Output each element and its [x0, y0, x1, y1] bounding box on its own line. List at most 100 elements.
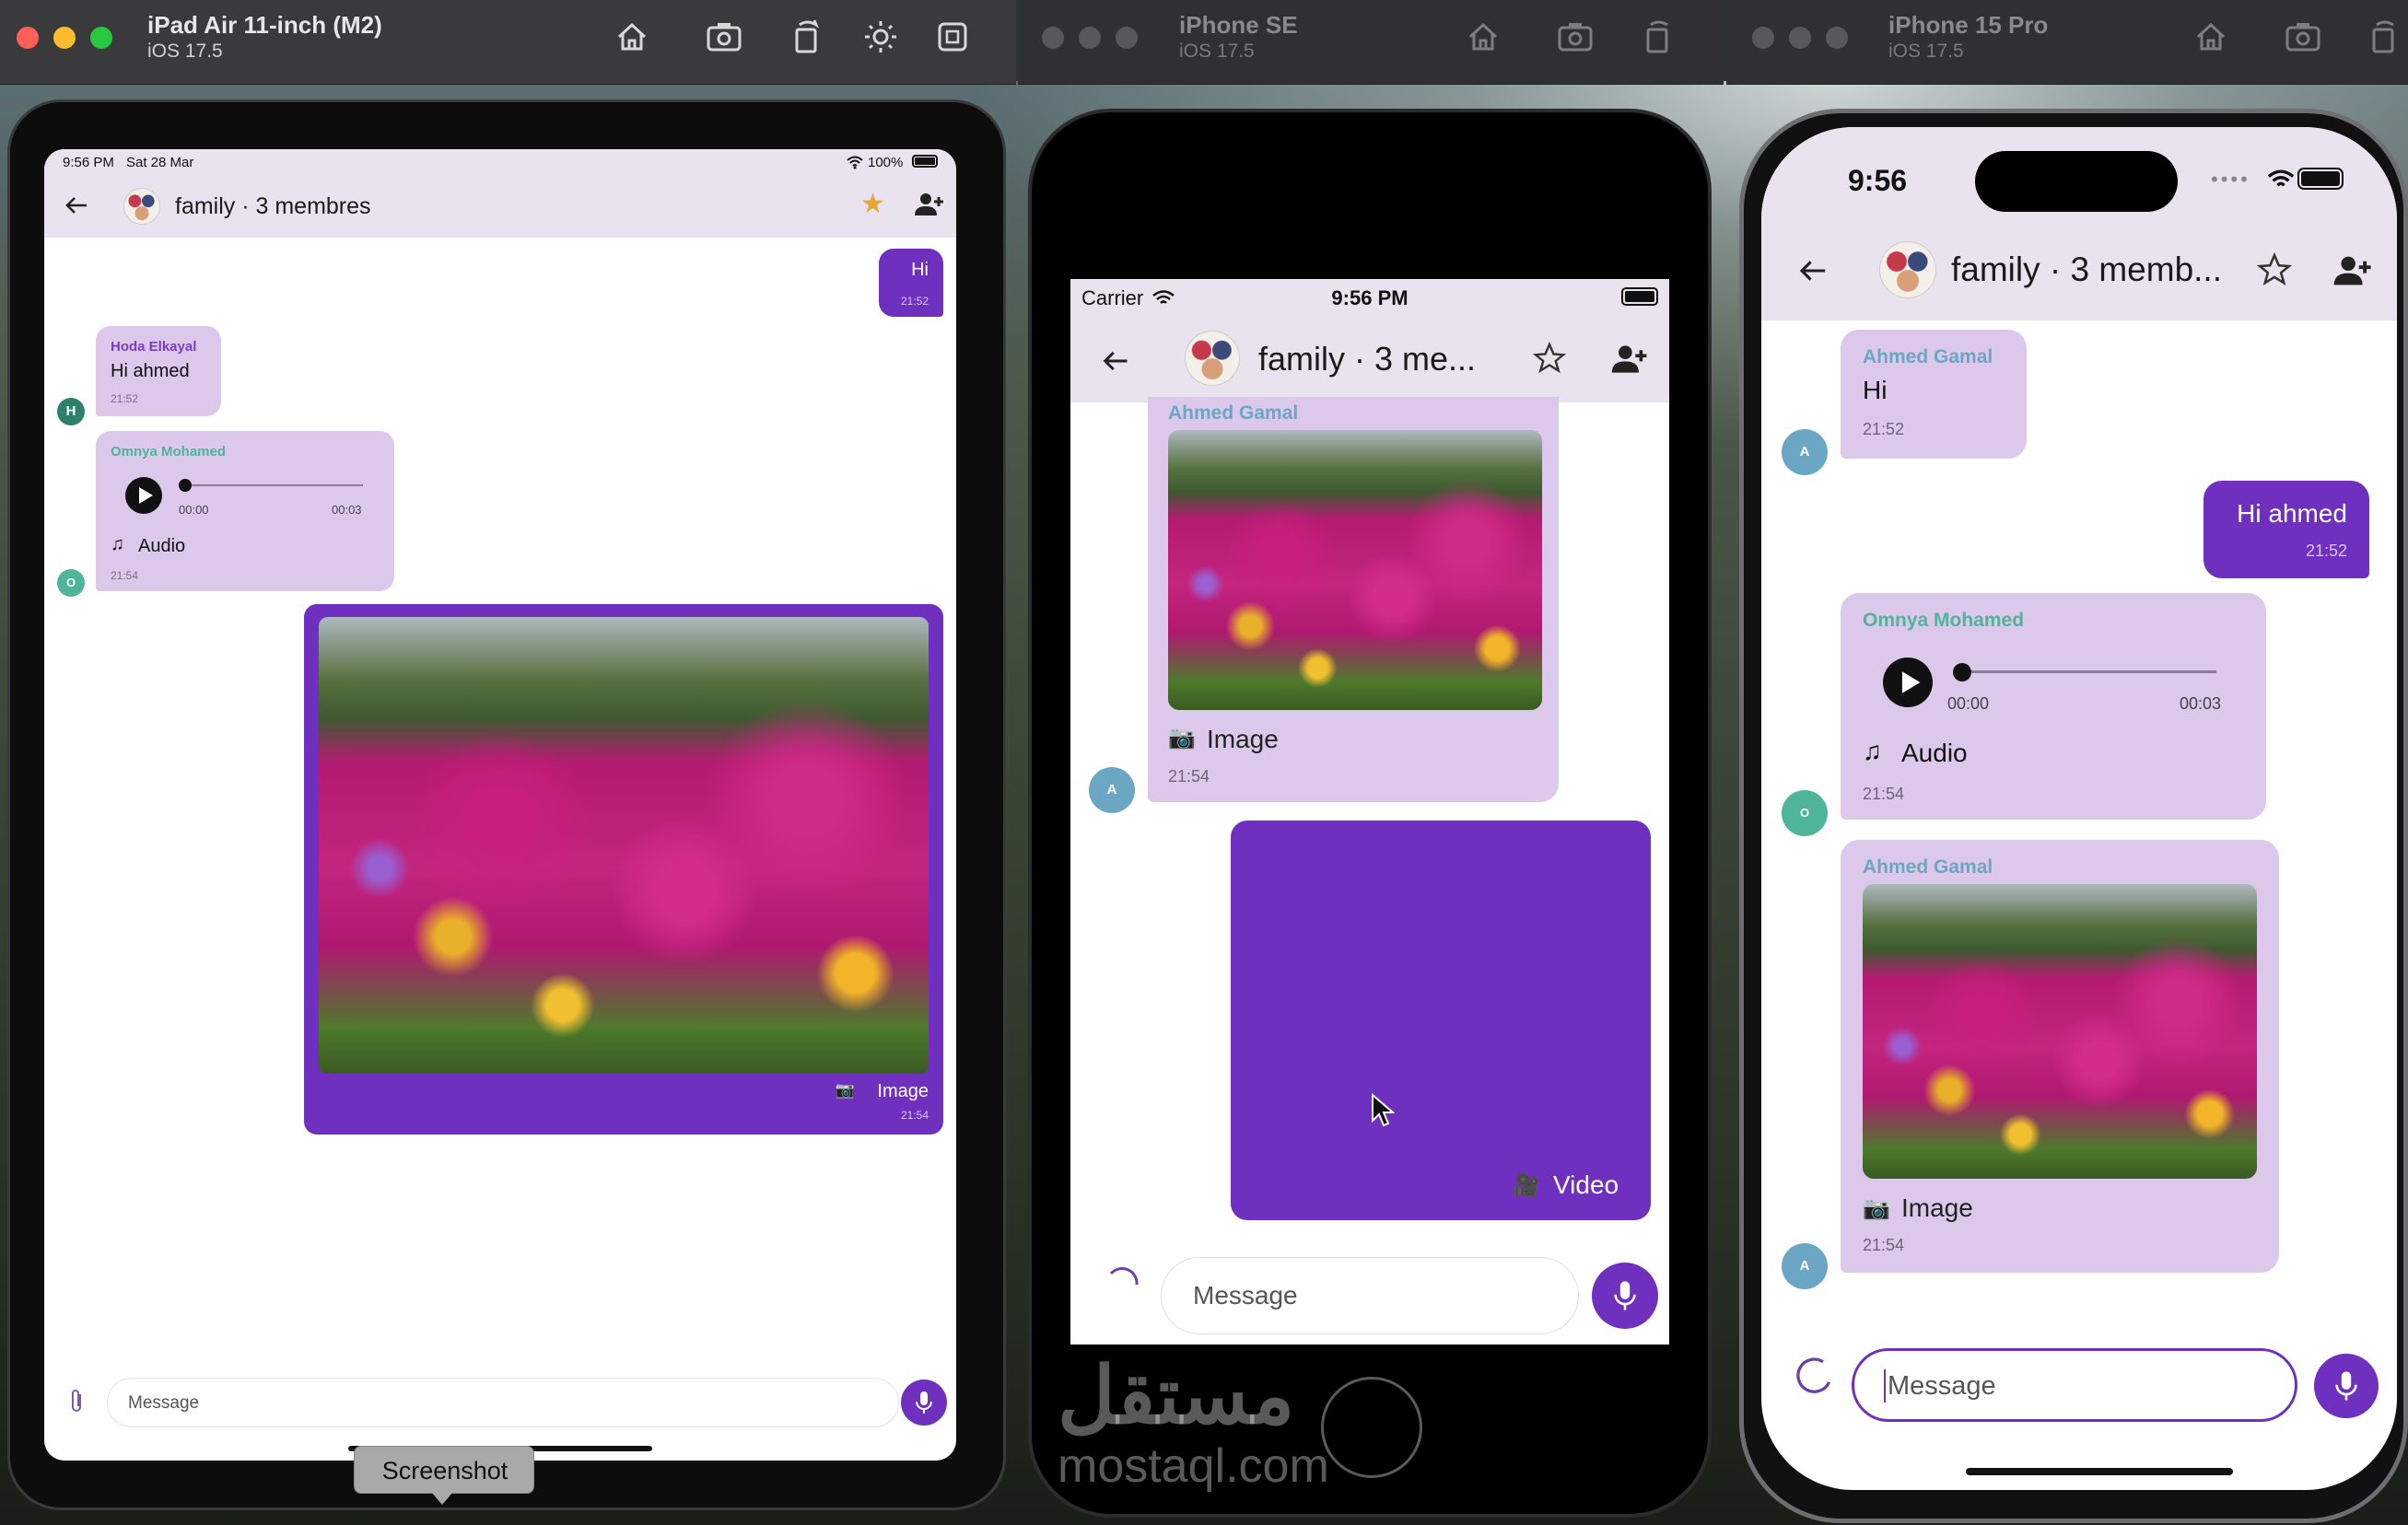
audio-progress-thumb[interactable] [1953, 663, 1971, 681]
iphone-se-screen: Carrier 9:56 PM family · 3 me... Ahmed G… [1070, 279, 1669, 1345]
microphone-icon [1614, 1281, 1636, 1310]
loading-spinner-icon [1796, 1357, 1831, 1393]
incoming-message-bubble[interactable]: Ahmed Gamal Hi 21:52 [1841, 330, 2027, 459]
attach-clip-icon[interactable] [68, 1389, 85, 1414]
chat-title[interactable]: family · 3 me... [1258, 340, 1476, 378]
close-window-button[interactable] [17, 27, 39, 49]
incoming-image-bubble[interactable]: Ahmed Gamal 📷 Image 21:54 [1148, 397, 1559, 802]
audio-elapsed: 00:00 [179, 503, 209, 517]
iphone-15-screen: 9:56 •••• family · 3 memb... Ahmed Gamal… [1761, 127, 2397, 1490]
audio-duration: 00:03 [332, 503, 362, 517]
camera-icon: 📷 [835, 1081, 855, 1099]
microphone-icon [2335, 1371, 2357, 1401]
simulator-title: iPhone SE [1179, 11, 1298, 39]
zoom-window-button[interactable] [1826, 27, 1848, 49]
star-outline-icon[interactable] [2257, 252, 2292, 287]
incoming-message-bubble[interactable]: Hoda Elkayal Hi ahmed 21:52 [96, 326, 221, 416]
sender-name: Hoda Elkayal [111, 339, 197, 355]
dynamic-island [1975, 151, 2178, 212]
zoom-window-button[interactable] [90, 27, 112, 49]
close-window-button[interactable] [1752, 27, 1774, 49]
brightness-icon[interactable] [860, 17, 901, 57]
back-arrow-icon[interactable] [1100, 345, 1131, 377]
rotate-icon[interactable] [787, 17, 827, 57]
attachment-label: Image [1901, 1193, 1973, 1222]
simulator-title: iPad Air 11-inch (M2) [147, 11, 382, 39]
flower-image[interactable] [319, 617, 929, 1074]
rotate-icon[interactable] [2364, 17, 2404, 57]
watermark-arabic: مستقل [1058, 1352, 1295, 1440]
audio-progress-thumb[interactable] [179, 479, 192, 492]
simulator-os: iOS 17.5 [147, 41, 223, 62]
sender-name: Omnya Mohamed [111, 444, 227, 460]
add-member-icon[interactable] [914, 192, 943, 217]
voice-record-button[interactable] [901, 1379, 947, 1426]
music-note-icon: ♫ [1863, 737, 1882, 765]
back-arrow-icon[interactable] [1796, 254, 1829, 287]
ipad-simulator-titlebar: iPad Air 11-inch (M2) iOS 17.5 [0, 0, 1016, 85]
audio-message-bubble[interactable]: Omnya Mohamed 00:00 00:03 ♫ Audio 21:54 [1841, 593, 2266, 820]
voice-record-button[interactable] [1592, 1263, 1658, 1329]
message-text: Hi ahmed [2237, 499, 2347, 528]
ipad-screen: 9:56 PM Sat 28 Mar 100% family · 3 membr… [44, 149, 956, 1461]
sender-avatar[interactable]: O [1782, 790, 1828, 836]
screenshot-icon[interactable] [704, 17, 744, 57]
outgoing-image-bubble[interactable]: 📷 Image 21:54 [304, 604, 943, 1135]
rotate-icon[interactable] [1638, 17, 1678, 57]
outgoing-message-bubble[interactable]: Hi ahmed 21:52 [2203, 481, 2369, 578]
sender-name: Ahmed Gamal [1168, 402, 1299, 424]
flower-image[interactable] [1863, 884, 2257, 1179]
message-input[interactable]: Message [1852, 1348, 2297, 1422]
message-input[interactable]: Message [1161, 1257, 1579, 1334]
voice-record-button[interactable] [2314, 1354, 2379, 1418]
home-icon[interactable] [2191, 17, 2231, 57]
outgoing-message-bubble[interactable]: Hi 21:52 [879, 249, 943, 317]
camera-icon: 📷 [1168, 726, 1196, 751]
sender-avatar[interactable]: A [1782, 429, 1828, 475]
home-button[interactable] [1321, 1377, 1422, 1478]
audio-progress-track[interactable] [184, 484, 363, 486]
close-window-button[interactable] [1042, 27, 1064, 49]
battery-icon [912, 155, 938, 168]
screenshot-icon[interactable] [2283, 17, 2323, 57]
outgoing-video-bubble[interactable]: 🎥 Video [1231, 821, 1651, 1220]
group-avatar[interactable] [1185, 331, 1240, 386]
message-time: 21:52 [111, 392, 139, 405]
flower-image[interactable] [1168, 430, 1542, 710]
music-note-icon: ♫ [111, 534, 124, 554]
star-outline-icon[interactable] [1533, 342, 1566, 375]
home-icon[interactable] [1463, 17, 1503, 57]
message-input[interactable]: Message [107, 1378, 899, 1427]
group-avatar[interactable] [1879, 241, 1936, 298]
message-time: 21:52 [1863, 420, 1905, 438]
home-icon[interactable] [612, 17, 652, 57]
sender-avatar[interactable]: A [1089, 767, 1135, 813]
iphone-se-simulator-titlebar: iPhone SE iOS 17.5 [1018, 0, 1724, 85]
zoom-window-button[interactable] [1116, 27, 1138, 49]
play-button[interactable] [1883, 658, 1933, 707]
wifi-icon [2267, 169, 2295, 187]
chat-title[interactable]: family · 3 memb... [1951, 250, 2222, 289]
wifi-icon [847, 156, 863, 169]
audio-progress-track[interactable] [1962, 670, 2216, 673]
minimize-window-button[interactable] [1789, 27, 1811, 49]
back-arrow-icon[interactable] [63, 192, 90, 219]
chat-title[interactable]: family · 3 membres [175, 193, 371, 220]
sender-avatar[interactable]: O [57, 569, 85, 597]
status-battery-percent: 100% [868, 155, 904, 170]
audio-message-bubble[interactable]: Omnya Mohamed 00:00 00:03 ♫ Audio 21:54 [96, 431, 394, 591]
add-member-icon[interactable] [1610, 343, 1647, 375]
play-button[interactable] [125, 477, 162, 514]
audio-elapsed: 00:00 [1947, 694, 1990, 713]
star-icon[interactable]: ★ [860, 188, 885, 220]
command-icon[interactable] [932, 17, 973, 57]
incoming-image-bubble[interactable]: Ahmed Gamal 📷 Image 21:54 [1841, 840, 2279, 1273]
sender-avatar[interactable]: H [57, 398, 85, 425]
group-avatar[interactable] [123, 188, 160, 225]
add-member-icon[interactable] [2332, 254, 2371, 287]
message-time: 21:54 [111, 569, 139, 582]
minimize-window-button[interactable] [1079, 27, 1101, 49]
screenshot-icon[interactable] [1555, 17, 1596, 57]
minimize-window-button[interactable] [53, 27, 76, 49]
sender-avatar[interactable]: A [1782, 1243, 1828, 1289]
